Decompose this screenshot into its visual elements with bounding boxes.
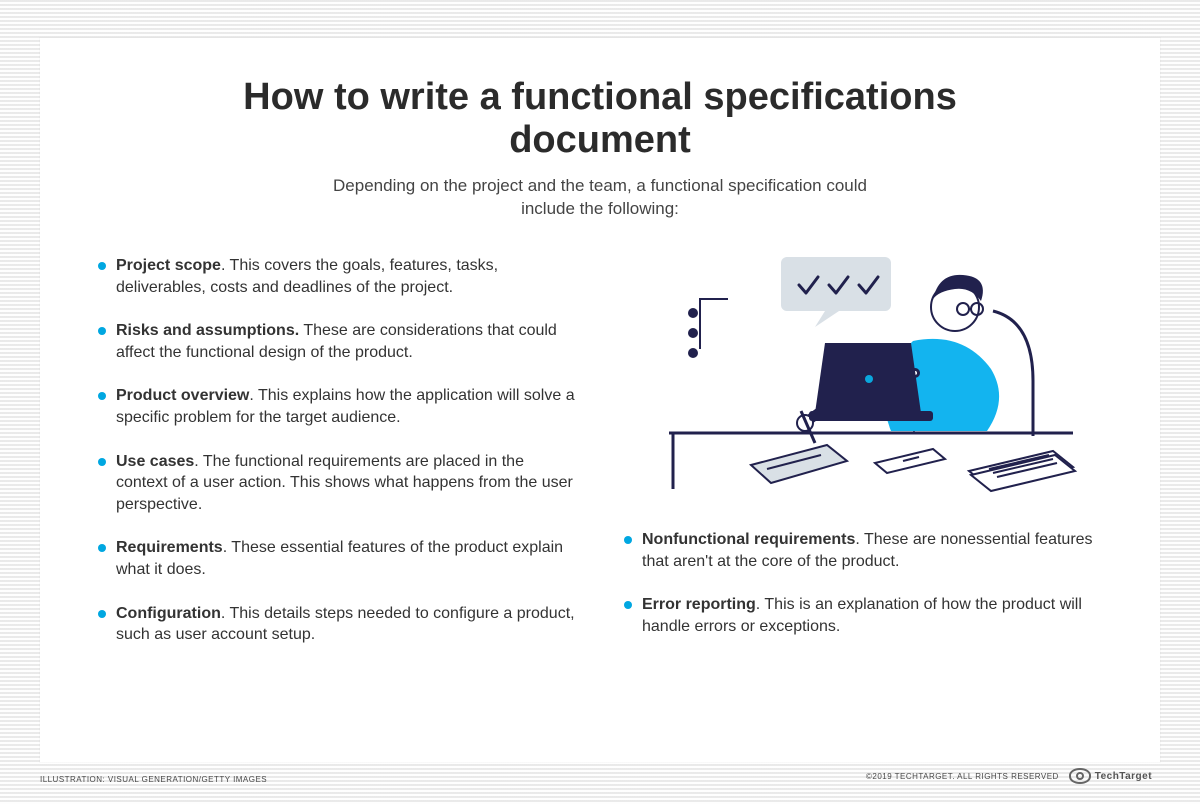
list-item: Requirements. These essential features o…: [98, 537, 576, 580]
item-term: Nonfunctional requirements: [642, 531, 855, 548]
page-title: How to write a functional specifications…: [220, 76, 980, 161]
list-item: Product overview. This explains how the …: [98, 385, 576, 428]
item-term: Product overview: [116, 387, 249, 404]
list-item: Project scope. This covers the goals, fe…: [98, 255, 576, 298]
list-item: Use cases. The functional requirements a…: [98, 451, 576, 516]
page: How to write a functional specifications…: [0, 0, 1200, 804]
copyright-text: ©2019 TECHTARGET. ALL RIGHTS RESERVED: [866, 772, 1059, 781]
left-column: Project scope. This covers the goals, fe…: [98, 255, 576, 668]
right-column: Nonfunctional requirements. These are no…: [624, 255, 1102, 659]
person-desk-illustration-icon: [633, 251, 1093, 501]
spec-list-right: Nonfunctional requirements. These are no…: [624, 529, 1102, 659]
list-item: Configuration. This details steps needed…: [98, 603, 576, 646]
item-term: Configuration: [116, 605, 221, 622]
item-term: Use cases: [116, 453, 194, 470]
spec-list-left: Project scope. This covers the goals, fe…: [98, 255, 576, 646]
list-item: Nonfunctional requirements. These are no…: [624, 529, 1102, 572]
illustration: [624, 251, 1102, 501]
item-term: Risks and assumptions.: [116, 322, 299, 339]
item-term: Error reporting: [642, 596, 756, 613]
item-term: Project scope: [116, 257, 221, 274]
illustration-credit: ILLUSTRATION: VISUAL GENERATION/GETTY IM…: [40, 775, 267, 784]
techtarget-logo: TechTarget: [1069, 768, 1152, 784]
list-item: Risks and assumptions. These are conside…: [98, 320, 576, 363]
page-subtitle: Depending on the project and the team, a…: [320, 175, 880, 221]
item-term: Requirements: [116, 539, 223, 556]
copyright: ©2019 TECHTARGET. ALL RIGHTS RESERVED Te…: [866, 768, 1152, 784]
eye-icon: [1069, 768, 1091, 784]
list-item: Error reporting. This is an explanation …: [624, 594, 1102, 637]
columns: Project scope. This covers the goals, fe…: [98, 255, 1102, 668]
content-card: How to write a functional specifications…: [40, 38, 1160, 762]
brand-name: TechTarget: [1095, 771, 1152, 782]
